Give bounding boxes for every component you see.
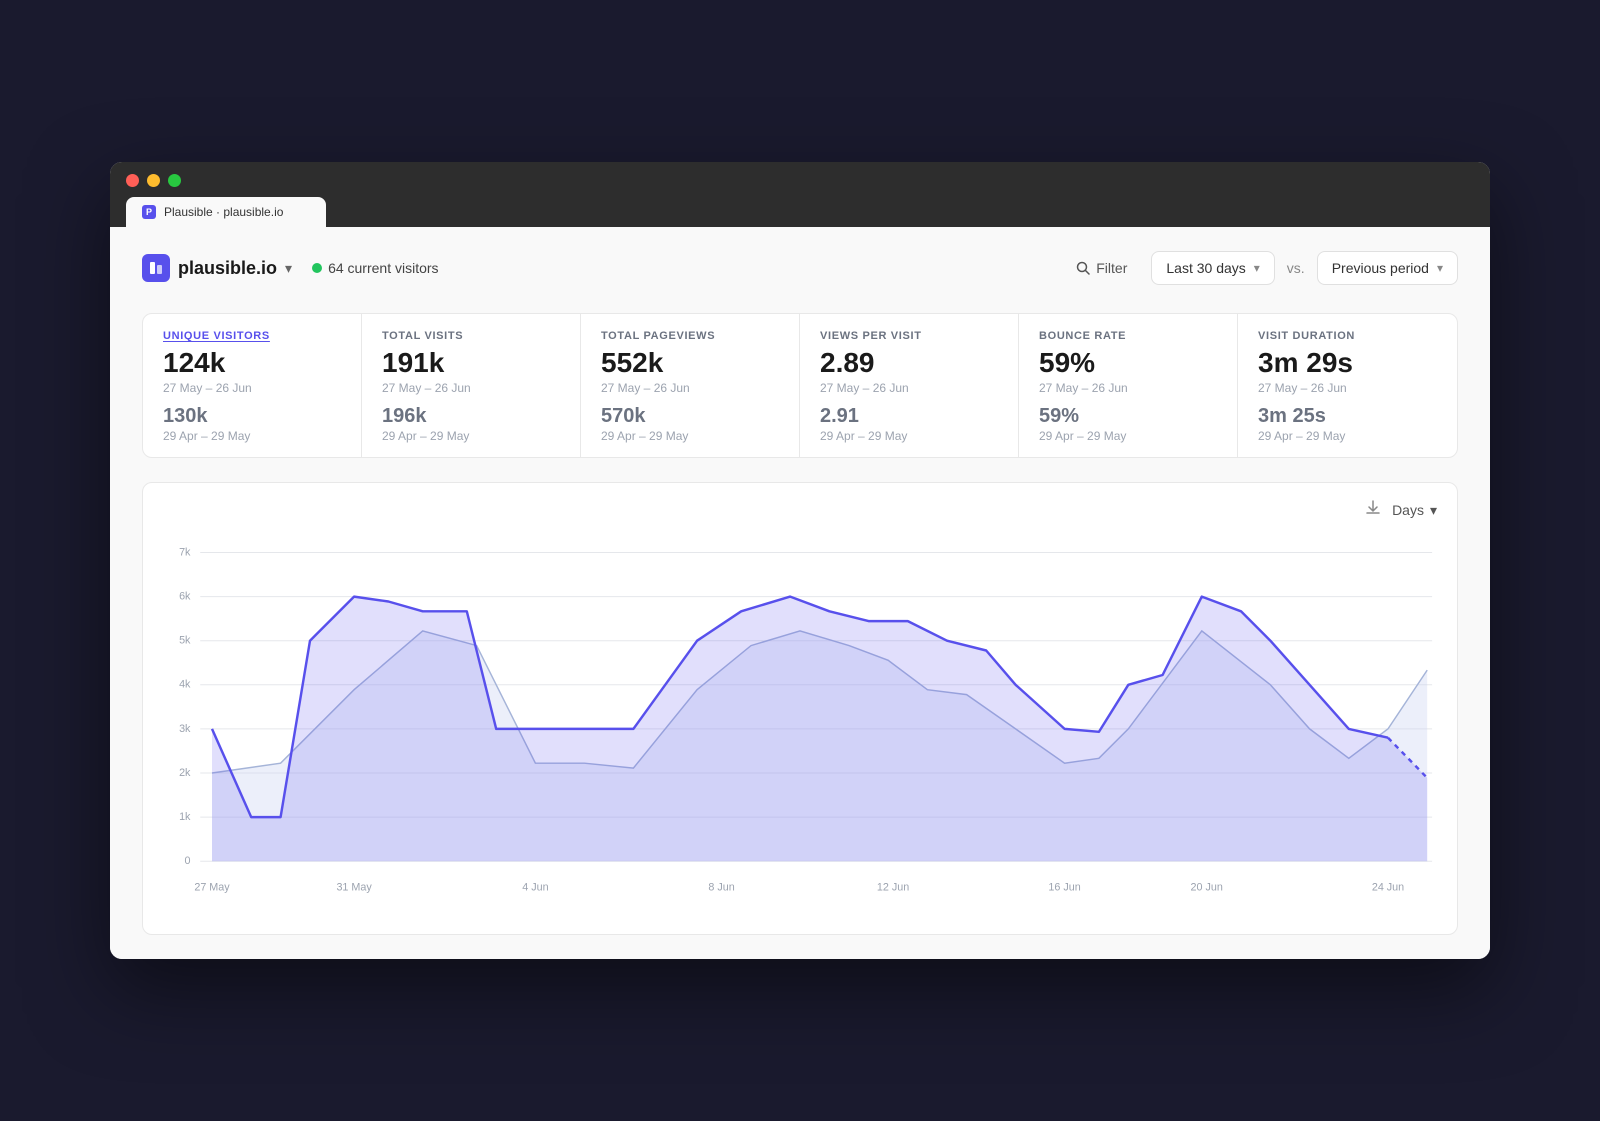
stat-current-period: 27 May – 26 Jun — [601, 381, 779, 395]
vs-label: vs. — [1287, 260, 1305, 276]
visitors-dot — [312, 263, 322, 273]
chevron-down-icon-interval: ▾ — [1430, 502, 1437, 519]
download-icon — [1364, 499, 1382, 517]
stat-label: BOUNCE RATE — [1039, 330, 1217, 342]
y-label-1k: 1k — [179, 811, 191, 823]
browser-window: P Plausible · plausible.io plausible.io — [110, 162, 1490, 959]
x-label-20jun: 20 Jun — [1191, 881, 1223, 893]
stat-card-views-per-visit[interactable]: VIEWS PER VISIT 2.89 27 May – 26 Jun 2.9… — [800, 314, 1019, 457]
x-label-31may: 31 May — [336, 881, 372, 893]
stat-current-value: 59% — [1039, 348, 1217, 379]
stat-current-period: 27 May – 26 Jun — [820, 381, 998, 395]
stat-label: UNIQUE VISITORS — [163, 330, 341, 342]
header-right: Filter Last 30 days ▾ vs. Previous perio… — [1064, 251, 1458, 285]
stat-card-unique-visitors[interactable]: UNIQUE VISITORS 124k 27 May – 26 Jun 130… — [143, 314, 362, 457]
app-content: plausible.io ▾ 64 current visitors Filte… — [110, 227, 1490, 959]
y-label-5k: 5k — [179, 635, 191, 647]
logo-area[interactable]: plausible.io ▾ — [142, 254, 292, 282]
stat-prev-period: 29 Apr – 29 May — [382, 429, 560, 443]
chart-wrapper: 7k 6k 5k 4k 3k 2k 1k 0 — [163, 534, 1437, 914]
x-label-12jun: 12 Jun — [877, 881, 909, 893]
stat-current-period: 27 May – 26 Jun — [1258, 381, 1437, 395]
chart-toolbar: Days ▾ — [163, 499, 1437, 522]
stats-row: UNIQUE VISITORS 124k 27 May – 26 Jun 130… — [142, 313, 1458, 458]
header-left: plausible.io ▾ 64 current visitors — [142, 254, 439, 282]
x-label-24jun: 24 Jun — [1372, 881, 1404, 893]
stat-prev-period: 29 Apr – 29 May — [820, 429, 998, 443]
date-range-label: Last 30 days — [1166, 260, 1245, 276]
stat-prev-value: 130k — [163, 405, 341, 427]
tab-bar: P Plausible · plausible.io — [126, 197, 1474, 227]
stat-prev-value: 570k — [601, 405, 779, 427]
y-label-3k: 3k — [179, 723, 191, 735]
browser-tab[interactable]: P Plausible · plausible.io — [126, 197, 326, 227]
stat-current-period: 27 May – 26 Jun — [1039, 381, 1217, 395]
close-button[interactable] — [126, 174, 139, 187]
stat-current-value: 3m 29s — [1258, 348, 1437, 379]
logo-chevron-icon: ▾ — [285, 260, 292, 277]
stat-current-period: 27 May – 26 Jun — [163, 381, 341, 395]
compare-label: Previous period — [1332, 260, 1429, 276]
y-label-0: 0 — [184, 855, 190, 867]
stat-prev-period: 29 Apr – 29 May — [1258, 429, 1437, 443]
tab-title: Plausible · plausible.io — [164, 205, 283, 219]
stat-prev-value: 59% — [1039, 405, 1217, 427]
chevron-down-icon: ▾ — [1254, 261, 1260, 275]
y-label-4k: 4k — [179, 679, 191, 691]
current-period-area — [212, 596, 1427, 861]
browser-chrome: P Plausible · plausible.io — [110, 162, 1490, 227]
y-label-6k: 6k — [179, 590, 191, 602]
maximize-button[interactable] — [168, 174, 181, 187]
stat-current-period: 27 May – 26 Jun — [382, 381, 560, 395]
date-range-dropdown[interactable]: Last 30 days ▾ — [1151, 251, 1274, 285]
stat-card-total-visits[interactable]: TOTAL VISITS 191k 27 May – 26 Jun 196k 2… — [362, 314, 581, 457]
visitors-badge: 64 current visitors — [312, 260, 438, 276]
interval-dropdown[interactable]: Days ▾ — [1392, 502, 1437, 519]
x-label-16jun: 16 Jun — [1048, 881, 1080, 893]
stat-card-total-pageviews[interactable]: TOTAL PAGEVIEWS 552k 27 May – 26 Jun 570… — [581, 314, 800, 457]
traffic-lights — [126, 174, 1474, 187]
x-label-4jun: 4 Jun — [522, 881, 548, 893]
y-label-2k: 2k — [179, 767, 191, 779]
stat-prev-value: 3m 25s — [1258, 405, 1437, 427]
compare-dropdown[interactable]: Previous period ▾ — [1317, 251, 1458, 285]
search-icon — [1076, 261, 1090, 275]
stat-card-bounce-rate[interactable]: BOUNCE RATE 59% 27 May – 26 Jun 59% 29 A… — [1019, 314, 1238, 457]
stat-prev-period: 29 Apr – 29 May — [1039, 429, 1217, 443]
visitors-count: 64 current visitors — [328, 260, 438, 276]
stat-current-value: 2.89 — [820, 348, 998, 379]
stat-label: TOTAL VISITS — [382, 330, 560, 342]
chevron-down-icon-compare: ▾ — [1437, 261, 1443, 275]
logo-text: plausible.io — [178, 258, 277, 279]
stat-card-visit-duration[interactable]: VISIT DURATION 3m 29s 27 May – 26 Jun 3m… — [1238, 314, 1457, 457]
x-label-8jun: 8 Jun — [708, 881, 734, 893]
filter-label: Filter — [1096, 260, 1127, 276]
stat-label: VIEWS PER VISIT — [820, 330, 998, 342]
stat-current-value: 191k — [382, 348, 560, 379]
y-label-7k: 7k — [179, 546, 191, 558]
chart-container: Days ▾ 7k 6k 5k 4k 3k 2k 1k 0 — [142, 482, 1458, 935]
stat-prev-value: 196k — [382, 405, 560, 427]
tab-favicon: P — [142, 205, 156, 219]
download-button[interactable] — [1364, 499, 1382, 522]
stat-current-value: 124k — [163, 348, 341, 379]
stat-current-value: 552k — [601, 348, 779, 379]
stat-label: TOTAL PAGEVIEWS — [601, 330, 779, 342]
logo-icon — [142, 254, 170, 282]
header: plausible.io ▾ 64 current visitors Filte… — [142, 251, 1458, 285]
stat-prev-value: 2.91 — [820, 405, 998, 427]
stat-prev-period: 29 Apr – 29 May — [163, 429, 341, 443]
minimize-button[interactable] — [147, 174, 160, 187]
interval-label: Days — [1392, 502, 1424, 518]
filter-button[interactable]: Filter — [1064, 252, 1139, 284]
stat-prev-period: 29 Apr – 29 May — [601, 429, 779, 443]
stat-label: VISIT DURATION — [1258, 330, 1437, 342]
x-label-27may: 27 May — [194, 881, 230, 893]
chart-svg: 7k 6k 5k 4k 3k 2k 1k 0 — [163, 534, 1437, 914]
